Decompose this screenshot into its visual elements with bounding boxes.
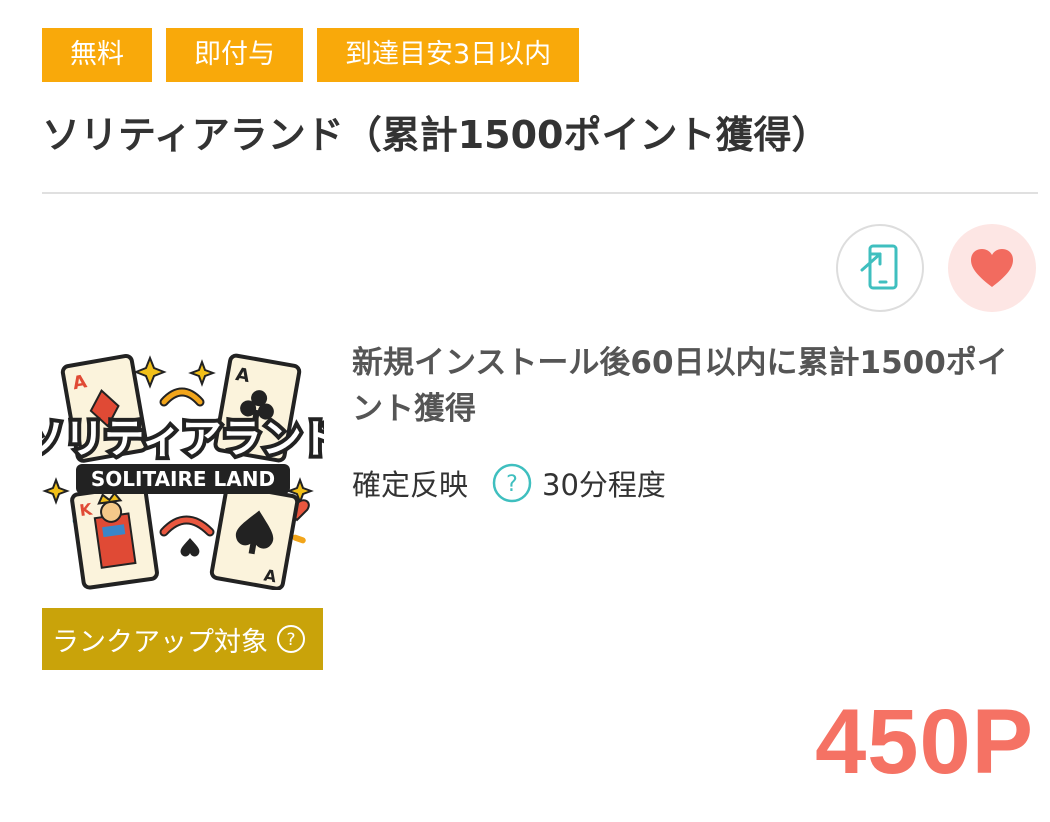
offer-title: ソリティアランド（累計1500ポイント獲得） <box>42 113 830 157</box>
help-icon[interactable]: ? <box>492 463 532 503</box>
heart-icon <box>971 249 1013 287</box>
app-logo-text-en: SOLITAIRE LAND <box>91 467 275 491</box>
tag-free: 無料 <box>42 28 152 82</box>
app-logo-image: A A K A ソリティアランド SOLITAIRE LAND <box>42 353 324 590</box>
confirm-time: 30分程度 <box>542 468 666 502</box>
confirm-timing: 確定反映 ? 30分程度 <box>352 462 666 504</box>
rank-help-icon[interactable]: ? <box>276 624 306 654</box>
title-divider <box>42 192 1038 194</box>
confirm-label: 確定反映 <box>352 468 469 502</box>
send-to-device-button[interactable] <box>836 224 924 312</box>
offer-description: 新規インストール後60日以内に累計1500ポイント獲得 <box>352 345 1008 427</box>
tag-arrival-estimate: 到達目安3日以内 <box>317 28 580 82</box>
svg-text:?: ? <box>286 630 295 650</box>
rank-up-badge[interactable]: ランクアップ対象 ? <box>42 608 323 670</box>
app-logo-text-jp: ソリティアランド <box>42 416 324 462</box>
reward-points: 450P <box>815 691 1034 793</box>
rank-up-label: ランクアップ対象 <box>52 626 268 658</box>
svg-text:?: ? <box>506 472 518 497</box>
tag-list: 無料 即付与 到達目安3日以内 <box>42 28 580 82</box>
smartphone-arrow-icon <box>860 244 898 290</box>
tag-instant: 即付与 <box>166 28 303 82</box>
favorite-button[interactable] <box>948 224 1036 312</box>
